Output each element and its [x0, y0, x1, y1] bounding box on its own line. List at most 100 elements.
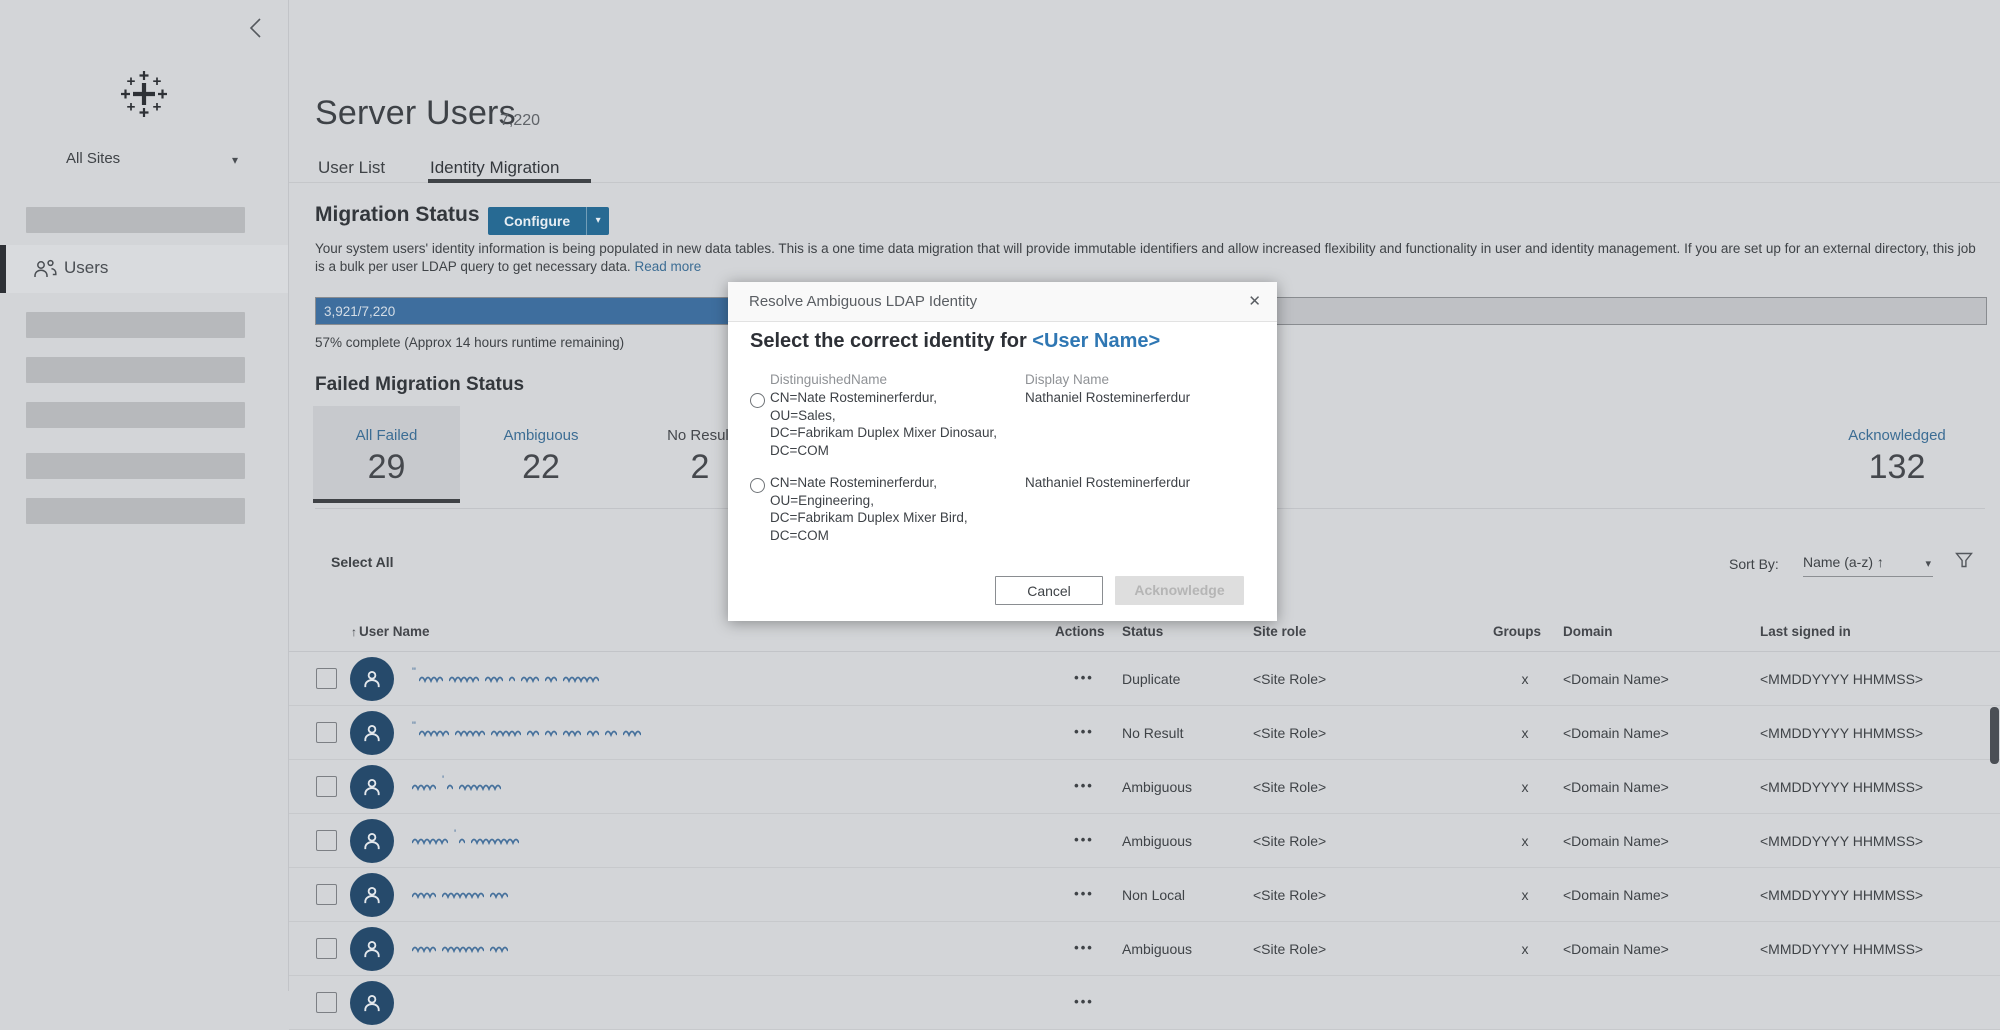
- sidebar: All Sites ▾ Users: [0, 0, 289, 991]
- table-row: ••• Ambiguous <Site Role> x <Domain Name…: [289, 922, 2000, 976]
- domain-cell: <Domain Name>: [1563, 868, 1669, 922]
- status-cell: Ambiguous: [1122, 760, 1192, 814]
- dialog-title: Resolve Ambiguous LDAP Identity: [749, 282, 977, 322]
- tab-identity-migration[interactable]: Identity Migration: [430, 158, 559, 178]
- identity-option-dn: CN=Nate Rosteminerferdur, OU=Sales, DC=F…: [770, 389, 997, 459]
- row-actions-menu[interactable]: •••: [1064, 760, 1104, 812]
- domain-cell: <Domain Name>: [1563, 706, 1669, 760]
- read-more-link[interactable]: Read more: [634, 259, 701, 274]
- last-signed-in-cell: <MMDDYYYY HHMMSS>: [1760, 760, 1923, 814]
- filter-icon[interactable]: [1955, 552, 1973, 570]
- configure-button[interactable]: Configure: [488, 207, 586, 235]
- groups-cell: x: [1505, 706, 1545, 760]
- row-actions-menu[interactable]: •••: [1064, 652, 1104, 704]
- card-all-failed[interactable]: All Failed 29: [313, 406, 460, 503]
- identity-option-radio[interactable]: [750, 393, 765, 408]
- user-avatar-icon: [350, 927, 394, 971]
- row-actions-menu[interactable]: •••: [1064, 706, 1104, 758]
- dialog-heading-user-name: <User Name>: [1032, 330, 1160, 352]
- row-checkbox[interactable]: [316, 722, 337, 743]
- row-actions-menu[interactable]: •••: [1064, 922, 1104, 974]
- dn-line: CN=Nate Rosteminerferdur,: [770, 474, 968, 492]
- redacted-name-mark: ": [412, 666, 416, 678]
- dialog-heading-prefix: Select the correct identity for: [750, 330, 1032, 352]
- row-checkbox[interactable]: [316, 776, 337, 797]
- redacted-nav-item: [26, 357, 245, 383]
- sort-by-label: Sort By:: [1729, 556, 1779, 572]
- dn-line: DC=COM: [770, 442, 997, 460]
- configure-split-button[interactable]: Configure ▾: [488, 207, 609, 235]
- user-avatar-icon: [350, 765, 394, 809]
- dn-line: DC=Fabrikam Duplex Mixer Bird,: [770, 509, 968, 527]
- row-checkbox[interactable]: [316, 830, 337, 851]
- user-name-link[interactable]: ": [412, 652, 599, 706]
- card-label: All Failed: [313, 427, 460, 444]
- card-label: Ambiguous: [476, 427, 606, 444]
- close-icon[interactable]: ✕: [1248, 282, 1261, 322]
- user-name-link[interactable]: ": [412, 706, 641, 760]
- vertical-scrollbar-thumb[interactable]: [1990, 707, 1999, 764]
- card-acknowledged[interactable]: Acknowledged 132: [1822, 406, 1972, 503]
- row-actions-menu[interactable]: •••: [1064, 976, 1104, 1028]
- acknowledge-button[interactable]: Acknowledge: [1115, 576, 1244, 605]
- identity-option-dn: CN=Nate Rosteminerferdur, OU=Engineering…: [770, 474, 968, 544]
- identity-option-display-name: Nathaniel Rosteminerferdur: [1025, 474, 1190, 492]
- table-row: " ••• Duplicate <Site Role> x <Domain Na…: [289, 652, 2000, 706]
- distinguished-name-column-header: DistinguishedName: [770, 372, 887, 387]
- site-role-cell: <Site Role>: [1253, 652, 1326, 706]
- select-all-button[interactable]: Select All: [331, 554, 394, 570]
- configure-dropdown-button[interactable]: ▾: [586, 207, 609, 235]
- dn-line: CN=Nate Rosteminerferdur,: [770, 389, 997, 407]
- sort-asc-icon: ↑: [351, 625, 357, 639]
- groups-cell: x: [1505, 652, 1545, 706]
- domain-cell: <Domain Name>: [1563, 922, 1669, 976]
- sort-select-value: Name (a-z) ↑: [1803, 554, 1884, 570]
- chevron-down-icon: ▾: [1925, 557, 1931, 570]
- row-checkbox[interactable]: [316, 884, 337, 905]
- tab-user-list[interactable]: User List: [318, 158, 385, 178]
- table-row: ' ••• Ambiguous <Site Role> x <Domain Na…: [289, 814, 2000, 868]
- sidebar-item-users[interactable]: Users: [0, 245, 288, 293]
- column-header-last-signed-in: Last signed in: [1760, 624, 1851, 639]
- migration-status-heading: Migration Status: [315, 203, 480, 227]
- redacted-nav-item: [26, 498, 245, 524]
- identity-option-radio[interactable]: [750, 478, 765, 493]
- row-checkbox[interactable]: [316, 938, 337, 959]
- status-cell: Ambiguous: [1122, 922, 1192, 976]
- active-tab-underline: [428, 179, 591, 183]
- card-ambiguous[interactable]: Ambiguous 22: [476, 406, 606, 503]
- row-actions-menu[interactable]: •••: [1064, 868, 1104, 920]
- tableau-logo-icon: [116, 66, 172, 122]
- row-actions-menu[interactable]: •••: [1064, 814, 1104, 866]
- last-signed-in-cell: <MMDDYYYY HHMMSS>: [1760, 652, 1923, 706]
- display-name-column-header: Display Name: [1025, 372, 1109, 387]
- user-name-link[interactable]: [412, 868, 508, 922]
- card-label: Acknowledged: [1822, 427, 1972, 444]
- chevron-down-icon: ▾: [596, 215, 601, 226]
- site-role-cell: <Site Role>: [1253, 760, 1326, 814]
- redacted-name-mark: ": [412, 720, 416, 732]
- column-header-actions: Actions: [1055, 624, 1105, 639]
- progress-caption: 57% complete (Approx 14 hours runtime re…: [315, 335, 624, 350]
- table-row: •••: [289, 976, 2000, 1030]
- column-header-site-role: Site role: [1253, 624, 1306, 639]
- user-name-link[interactable]: ': [412, 760, 501, 814]
- all-sites-dropdown[interactable]: All Sites ▾: [66, 150, 246, 172]
- dn-line: OU=Sales,: [770, 407, 997, 425]
- column-header-user-name[interactable]: ↑User Name: [351, 624, 430, 639]
- row-checkbox[interactable]: [316, 668, 337, 689]
- sidebar-collapse-icon[interactable]: [246, 16, 268, 40]
- user-avatar-icon: [350, 711, 394, 755]
- user-name-link[interactable]: [412, 922, 508, 976]
- column-header-status: Status: [1122, 624, 1163, 639]
- last-signed-in-cell: <MMDDYYYY HHMMSS>: [1760, 922, 1923, 976]
- sort-select[interactable]: Name (a-z) ↑ ▾: [1803, 554, 1933, 577]
- dialog-heading: Select the correct identity for <User Na…: [750, 330, 1160, 353]
- cancel-button[interactable]: Cancel: [995, 576, 1103, 605]
- user-avatar-icon: [350, 981, 394, 1025]
- migration-description-text: Your system users' identity information …: [315, 241, 1976, 274]
- row-checkbox[interactable]: [316, 992, 337, 1013]
- progress-bar-label: 3,921/7,220: [324, 298, 395, 325]
- user-name-link[interactable]: ': [412, 814, 519, 868]
- status-cell: Non Local: [1122, 868, 1185, 922]
